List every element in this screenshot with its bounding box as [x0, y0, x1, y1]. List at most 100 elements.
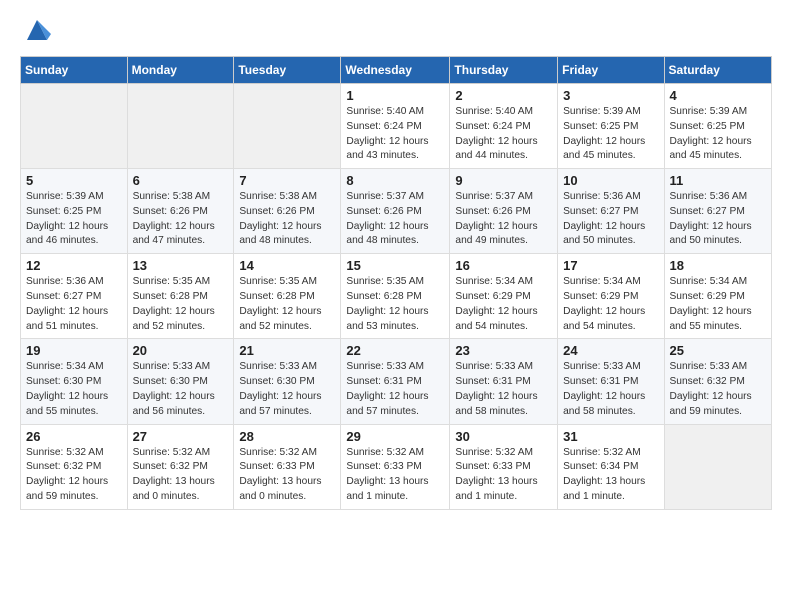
day-info: Sunrise: 5:40 AM Sunset: 6:24 PM Dayligh… — [455, 105, 552, 164]
day-info: Sunrise: 5:35 AM Sunset: 6:28 PM Dayligh… — [346, 275, 444, 334]
day-info: Sunrise: 5:33 AM Sunset: 6:31 PM Dayligh… — [455, 360, 552, 419]
day-number: 5 — [26, 173, 122, 188]
calendar-cell: 30Sunrise: 5:32 AM Sunset: 6:33 PM Dayli… — [450, 424, 558, 509]
day-number: 18 — [670, 258, 766, 273]
day-info: Sunrise: 5:39 AM Sunset: 6:25 PM Dayligh… — [563, 105, 658, 164]
logo-text — [20, 16, 51, 44]
day-info: Sunrise: 5:32 AM Sunset: 6:33 PM Dayligh… — [239, 446, 335, 505]
weekday-header-row: SundayMondayTuesdayWednesdayThursdayFrid… — [21, 57, 772, 84]
day-number: 31 — [563, 429, 658, 444]
calendar-cell: 12 Sunrise: 5:36 AM Sunset: 6:27 PM Dayli… — [21, 254, 128, 339]
calendar-cell — [664, 424, 771, 509]
calendar-week-4: 19Sunrise: 5:34 AM Sunset: 6:30 PM Dayli… — [21, 339, 772, 424]
day-number: 17 — [563, 258, 658, 273]
day-info: Sunrise: 5:40 AM Sunset: 6:24 PM Dayligh… — [346, 105, 444, 164]
calendar-cell: 20Sunrise: 5:33 AM Sunset: 6:30 PM Dayli… — [127, 339, 234, 424]
day-number: 6 — [133, 173, 229, 188]
calendar-week-1: 1 Sunrise: 5:40 AM Sunset: 6:24 PM Daylig… — [21, 84, 772, 169]
calendar-cell: 24 Sunrise: 5:33 AM Sunset: 6:31 PM Dayli… — [558, 339, 664, 424]
calendar-week-5: 26 Sunrise: 5:32 AM Sunset: 6:32 PM Dayli… — [21, 424, 772, 509]
calendar-cell — [21, 84, 128, 169]
day-info: Sunrise: 5:34 AM Sunset: 6:29 PM Dayligh… — [455, 275, 552, 334]
page-container: SundayMondayTuesdayWednesdayThursdayFrid… — [0, 0, 792, 526]
calendar-cell — [234, 84, 341, 169]
calendar-table: SundayMondayTuesdayWednesdayThursdayFrid… — [20, 56, 772, 510]
calendar-cell: 5 Sunrise: 5:39 AM Sunset: 6:25 PM Daylig… — [21, 169, 128, 254]
calendar-cell: 17 Sunrise: 5:34 AM Sunset: 6:29 PM Dayli… — [558, 254, 664, 339]
calendar-cell: 28 Sunrise: 5:32 AM Sunset: 6:33 PM Dayli… — [234, 424, 341, 509]
calendar-cell: 9 Sunrise: 5:37 AM Sunset: 6:26 PM Daylig… — [450, 169, 558, 254]
day-info: Sunrise: 5:35 AM Sunset: 6:28 PM Dayligh… — [239, 275, 335, 334]
calendar-cell: 21Sunrise: 5:33 AM Sunset: 6:30 PM Dayli… — [234, 339, 341, 424]
day-info: Sunrise: 5:32 AM Sunset: 6:34 PM Dayligh… — [563, 446, 658, 505]
weekday-header-friday: Friday — [558, 57, 664, 84]
day-number: 24 — [563, 343, 658, 358]
calendar-cell: 4Sunrise: 5:39 AM Sunset: 6:25 PM Daylig… — [664, 84, 771, 169]
weekday-header-wednesday: Wednesday — [341, 57, 450, 84]
calendar-cell: 1 Sunrise: 5:40 AM Sunset: 6:24 PM Daylig… — [341, 84, 450, 169]
day-info: Sunrise: 5:36 AM Sunset: 6:27 PM Dayligh… — [563, 190, 658, 249]
calendar-cell: 23 Sunrise: 5:33 AM Sunset: 6:31 PM Dayli… — [450, 339, 558, 424]
day-number: 21 — [239, 343, 335, 358]
day-info: Sunrise: 5:36 AM Sunset: 6:27 PM Dayligh… — [26, 275, 122, 334]
day-number: 9 — [455, 173, 552, 188]
day-number: 23 — [455, 343, 552, 358]
day-info: Sunrise: 5:36 AM Sunset: 6:27 PM Dayligh… — [670, 190, 766, 249]
calendar-cell: 10 Sunrise: 5:36 AM Sunset: 6:27 PM Dayli… — [558, 169, 664, 254]
weekday-header-tuesday: Tuesday — [234, 57, 341, 84]
day-number: 12 — [26, 258, 122, 273]
calendar-cell: 2 Sunrise: 5:40 AM Sunset: 6:24 PM Daylig… — [450, 84, 558, 169]
calendar-cell: 14 Sunrise: 5:35 AM Sunset: 6:28 PM Dayli… — [234, 254, 341, 339]
day-number: 3 — [563, 88, 658, 103]
day-info: Sunrise: 5:39 AM Sunset: 6:25 PM Dayligh… — [26, 190, 122, 249]
day-number: 19 — [26, 343, 122, 358]
day-info: Sunrise: 5:38 AM Sunset: 6:26 PM Dayligh… — [133, 190, 229, 249]
calendar-cell: 26 Sunrise: 5:32 AM Sunset: 6:32 PM Dayli… — [21, 424, 128, 509]
calendar-cell: 29 Sunrise: 5:32 AM Sunset: 6:33 PM Dayli… — [341, 424, 450, 509]
day-info: Sunrise: 5:32 AM Sunset: 6:33 PM Dayligh… — [346, 446, 444, 505]
calendar-cell: 27Sunrise: 5:32 AM Sunset: 6:32 PM Dayli… — [127, 424, 234, 509]
day-number: 1 — [346, 88, 444, 103]
calendar-cell: 11 Sunrise: 5:36 AM Sunset: 6:27 PM Dayli… — [664, 169, 771, 254]
calendar-cell: 15 Sunrise: 5:35 AM Sunset: 6:28 PM Dayli… — [341, 254, 450, 339]
day-number: 11 — [670, 173, 766, 188]
day-info: Sunrise: 5:33 AM Sunset: 6:32 PM Dayligh… — [670, 360, 766, 419]
day-number: 16 — [455, 258, 552, 273]
day-info: Sunrise: 5:37 AM Sunset: 6:26 PM Dayligh… — [455, 190, 552, 249]
calendar-cell: 16 Sunrise: 5:34 AM Sunset: 6:29 PM Dayli… — [450, 254, 558, 339]
calendar-cell: 18Sunrise: 5:34 AM Sunset: 6:29 PM Dayli… — [664, 254, 771, 339]
day-number: 8 — [346, 173, 444, 188]
day-info: Sunrise: 5:34 AM Sunset: 6:29 PM Dayligh… — [563, 275, 658, 334]
calendar-cell: 13Sunrise: 5:35 AM Sunset: 6:28 PM Dayli… — [127, 254, 234, 339]
day-info: Sunrise: 5:32 AM Sunset: 6:32 PM Dayligh… — [26, 446, 122, 505]
day-number: 26 — [26, 429, 122, 444]
calendar-cell: 6 Sunrise: 5:38 AM Sunset: 6:26 PM Daylig… — [127, 169, 234, 254]
day-info: Sunrise: 5:32 AM Sunset: 6:33 PM Dayligh… — [455, 446, 552, 505]
weekday-header-thursday: Thursday — [450, 57, 558, 84]
day-info: Sunrise: 5:32 AM Sunset: 6:32 PM Dayligh… — [133, 446, 229, 505]
weekday-header-monday: Monday — [127, 57, 234, 84]
day-info: Sunrise: 5:33 AM Sunset: 6:31 PM Dayligh… — [563, 360, 658, 419]
calendar-cell: 25 Sunrise: 5:33 AM Sunset: 6:32 PM Dayli… — [664, 339, 771, 424]
calendar-cell: 8 Sunrise: 5:37 AM Sunset: 6:26 PM Daylig… — [341, 169, 450, 254]
day-info: Sunrise: 5:35 AM Sunset: 6:28 PM Dayligh… — [133, 275, 229, 334]
day-number: 14 — [239, 258, 335, 273]
day-number: 2 — [455, 88, 552, 103]
day-number: 15 — [346, 258, 444, 273]
calendar-cell: 31 Sunrise: 5:32 AM Sunset: 6:34 PM Dayli… — [558, 424, 664, 509]
weekday-header-saturday: Saturday — [664, 57, 771, 84]
calendar-cell — [127, 84, 234, 169]
logo-icon — [23, 16, 51, 44]
calendar-cell: 22Sunrise: 5:33 AM Sunset: 6:31 PM Dayli… — [341, 339, 450, 424]
header — [20, 16, 772, 44]
day-info: Sunrise: 5:37 AM Sunset: 6:26 PM Dayligh… — [346, 190, 444, 249]
day-info: Sunrise: 5:33 AM Sunset: 6:31 PM Dayligh… — [346, 360, 444, 419]
calendar-week-2: 5 Sunrise: 5:39 AM Sunset: 6:25 PM Daylig… — [21, 169, 772, 254]
weekday-header-sunday: Sunday — [21, 57, 128, 84]
day-number: 10 — [563, 173, 658, 188]
day-number: 28 — [239, 429, 335, 444]
calendar-cell: 3 Sunrise: 5:39 AM Sunset: 6:25 PM Daylig… — [558, 84, 664, 169]
logo — [20, 16, 51, 44]
day-number: 29 — [346, 429, 444, 444]
day-number: 25 — [670, 343, 766, 358]
